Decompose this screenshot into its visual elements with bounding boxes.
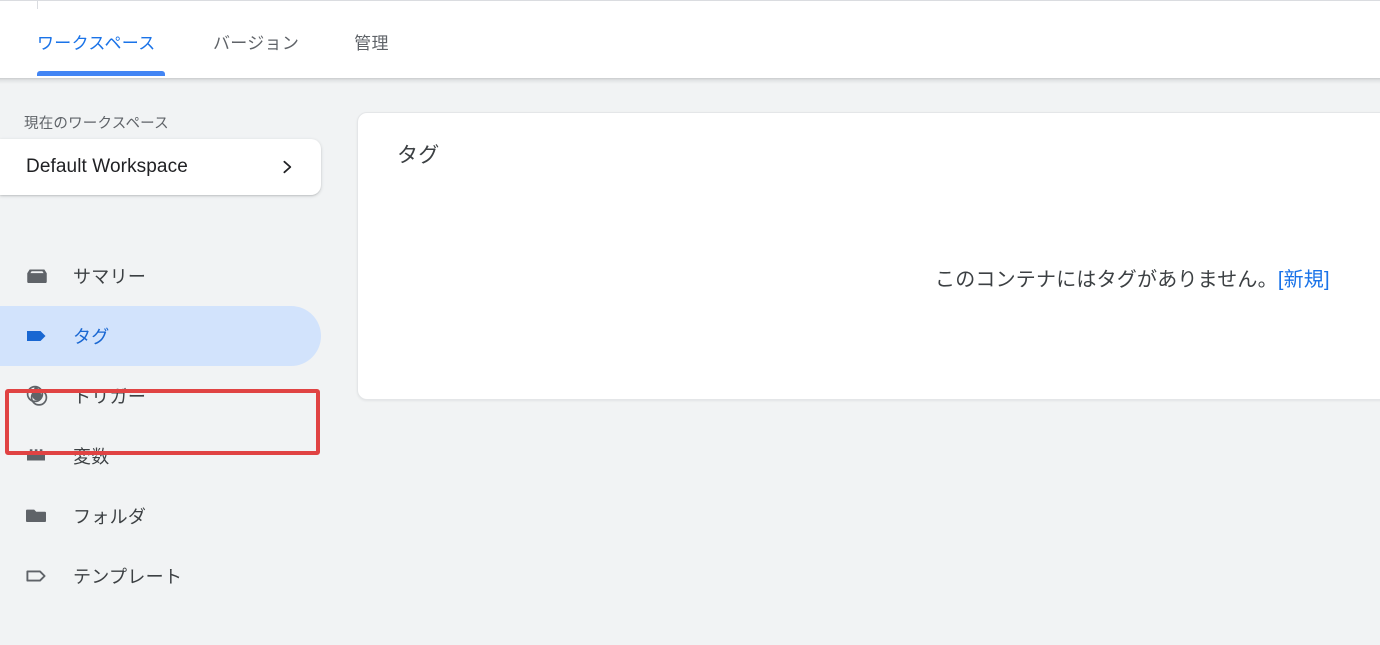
chevron-right-icon (279, 159, 295, 175)
empty-state-text: このコンテナにはタグがありません。 (935, 269, 1278, 291)
sidebar-item-triggers[interactable]: トリガー (0, 366, 321, 426)
sidebar: 現在のワークスペース Default Workspace サマリー タグ トリガ… (0, 84, 357, 645)
tab-version[interactable]: バージョン (213, 4, 299, 79)
folder-icon (24, 503, 58, 529)
trigger-circle-icon (24, 383, 58, 409)
sidebar-item-summary-label: サマリー (73, 267, 147, 287)
empty-state-message: このコンテナにはタグがありません。[新規] (935, 263, 1330, 292)
sidebar-item-summary[interactable]: サマリー (0, 246, 321, 306)
sidebar-item-folders-label: フォルダ (73, 507, 147, 527)
sidebar-item-variables-label: 変数 (73, 447, 110, 467)
sidebar-item-tags[interactable]: タグ (0, 306, 321, 366)
workspace-name-label: Default Workspace (26, 156, 188, 177)
sidebar-nav-list: サマリー タグ トリガー 変数 フォルダ テンプレート (0, 246, 357, 606)
sidebar-item-templates[interactable]: テンプレート (0, 546, 321, 606)
tab-workspace-label: ワークスペース (37, 34, 156, 53)
tab-admin-label: 管理 (354, 34, 389, 53)
tags-panel-card: タグ このコンテナにはタグがありません。[新規] (357, 112, 1380, 400)
sidebar-item-variables[interactable]: 変数 (0, 426, 321, 486)
sidebar-item-tags-label: タグ (73, 327, 110, 347)
tab-active-underline (37, 71, 165, 76)
top-header-bar: ワークスペース バージョン 管理 (0, 0, 1380, 78)
gtm-workspace-screen: ワークスペース バージョン 管理 現在のワークスペース Default Work… (0, 0, 1380, 645)
tab-admin[interactable]: 管理 (354, 4, 389, 79)
tag-outline-icon (24, 563, 58, 589)
page-title: タグ (397, 144, 440, 167)
tag-filled-icon (24, 323, 58, 349)
tab-version-label: バージョン (213, 34, 300, 53)
sidebar-item-folders[interactable]: フォルダ (0, 486, 321, 546)
sidebar-item-triggers-label: トリガー (73, 387, 147, 407)
main-content-area: タグ このコンテナにはタグがありません。[新規] (357, 84, 1380, 645)
workspace-selector-button[interactable]: Default Workspace (0, 139, 321, 195)
new-tag-link[interactable]: [新規] (1278, 269, 1330, 291)
sidebar-item-templates-label: テンプレート (73, 567, 183, 587)
tab-workspace[interactable]: ワークスペース (37, 4, 165, 79)
summary-box-icon (24, 263, 58, 289)
variable-brick-icon (24, 443, 58, 469)
primary-tab-bar: ワークスペース バージョン 管理 (0, 4, 389, 79)
current-workspace-caption: 現在のワークスペース (24, 116, 169, 132)
